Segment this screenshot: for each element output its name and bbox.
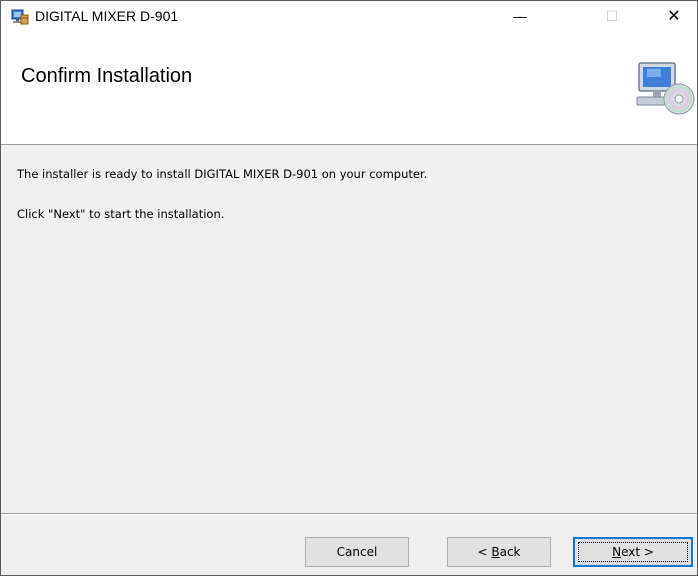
close-icon: ✕	[667, 8, 681, 25]
back-button[interactable]: < Back	[447, 537, 551, 567]
cancel-label: Cancel	[336, 545, 378, 559]
minimize-button[interactable]: —	[497, 1, 543, 31]
maximize-icon: ☐	[605, 7, 619, 24]
installer-window: DIGITAL MIXER D-901 — ☐ ✕ Confirm Instal…	[0, 0, 698, 576]
computer-cd-icon	[636, 62, 695, 115]
back-label: < Back	[477, 545, 521, 559]
ready-message: The installer is ready to install DIGITA…	[17, 167, 428, 181]
instruction-message: Click "Next" to start the installation.	[17, 207, 225, 221]
focus-rectangle	[578, 542, 688, 562]
close-button[interactable]: ✕	[651, 1, 697, 31]
cancel-button[interactable]: Cancel	[305, 537, 409, 567]
maximize-button[interactable]: ☐	[589, 1, 635, 31]
window-title: DIGITAL MIXER D-901	[35, 8, 179, 24]
installer-app-icon	[11, 9, 29, 25]
header-banner: Confirm Installation	[1, 31, 697, 145]
footer-divider	[1, 513, 697, 515]
minimize-icon: —	[513, 8, 527, 24]
next-button[interactable]: Next >	[573, 537, 693, 567]
title-bar[interactable]: DIGITAL MIXER D-901 — ☐ ✕	[1, 1, 697, 31]
page-title: Confirm Installation	[21, 65, 193, 87]
